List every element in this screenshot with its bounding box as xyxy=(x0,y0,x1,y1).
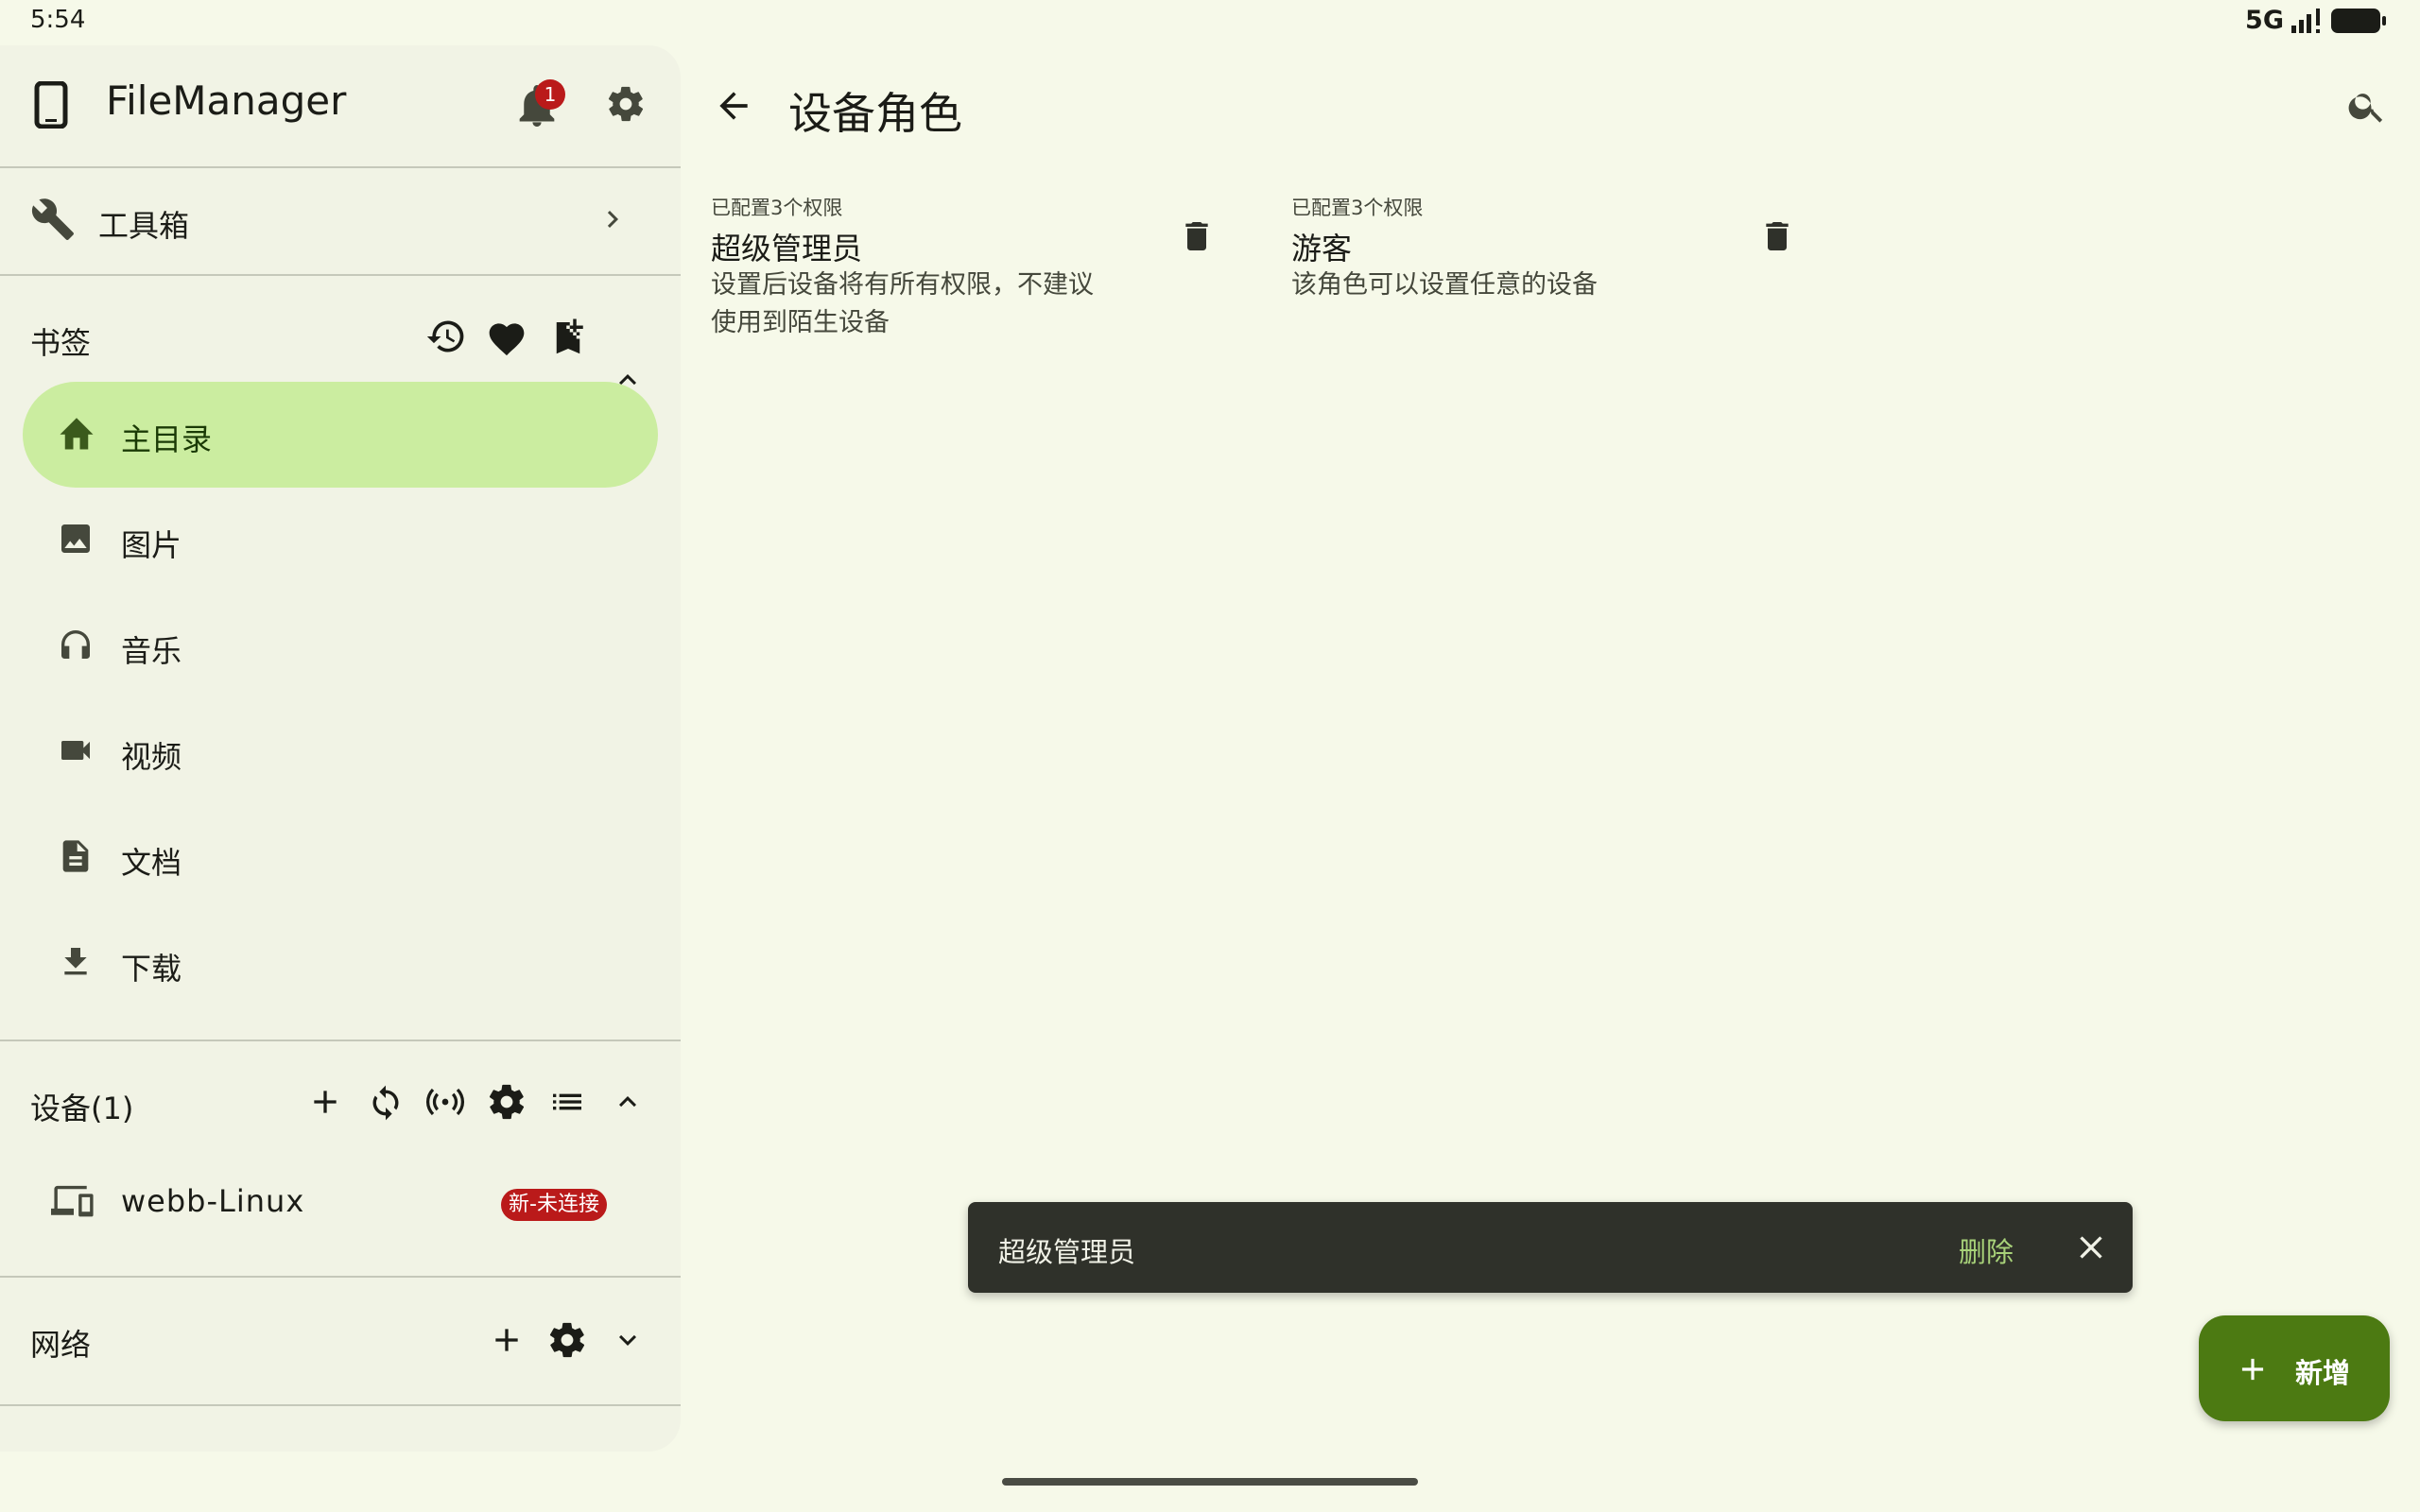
role-name: 超级管理员 xyxy=(711,231,863,266)
network-section-title: 网络 xyxy=(30,1327,92,1363)
navigation-drawer: FileManager 1 工具箱 书签 主目录 图片 音乐 视频 文档 下载 … xyxy=(0,45,681,1452)
snackbar-message: 超级管理员 xyxy=(998,1236,1136,1268)
chevron-down-icon[interactable] xyxy=(611,1323,645,1357)
role-description: 该角色可以设置任意的设备 xyxy=(1291,270,1598,300)
role-name: 游客 xyxy=(1291,231,1353,266)
heart-icon[interactable] xyxy=(486,318,527,357)
broadcast-icon[interactable] xyxy=(425,1083,465,1121)
network-settings-gear-icon[interactable] xyxy=(546,1319,588,1361)
bookmark-item-documents[interactable]: 文档 xyxy=(23,805,658,911)
bookmark-item-label: 图片 xyxy=(121,527,182,563)
drawer-header: FileManager 1 xyxy=(0,45,681,166)
role-permission-count: 已配置3个权限 xyxy=(711,197,843,219)
signal-icon xyxy=(2291,8,2320,33)
add-icon[interactable] xyxy=(488,1321,526,1359)
bookmark-item-label: 文档 xyxy=(121,845,182,881)
bookmark-item-label: 视频 xyxy=(121,739,182,775)
video-icon xyxy=(61,741,90,760)
chevron-up-icon[interactable] xyxy=(611,1085,645,1119)
settings-gear-icon[interactable] xyxy=(605,83,647,125)
bookmarks-section-title: 书签 xyxy=(30,325,92,361)
divider xyxy=(0,1276,681,1278)
network-type: 5G xyxy=(2245,6,2284,35)
document-icon xyxy=(62,840,89,872)
role-card[interactable]: 已配置3个权限 超级管理员 设置后设备将有所有权限，不建议使用到陌生设备 xyxy=(711,189,1240,350)
wrench-icon xyxy=(31,198,74,240)
divider xyxy=(0,1404,681,1406)
home-indicator[interactable] xyxy=(1002,1478,1418,1486)
image-icon xyxy=(61,524,90,553)
trash-icon[interactable] xyxy=(1178,215,1216,257)
snackbar: 超级管理员 删除 xyxy=(968,1202,2133,1293)
device-status-badge: 新-未连接 xyxy=(501,1189,607,1221)
bookmark-item-label: 下载 xyxy=(121,951,182,987)
page-title: 设备角色 xyxy=(788,88,962,139)
notification-badge: 1 xyxy=(535,79,565,110)
divider xyxy=(0,1040,681,1041)
role-description: 设置后设备将有所有权限，不建议使用到陌生设备 xyxy=(711,270,1094,337)
snackbar-delete-button[interactable]: 删除 xyxy=(1959,1230,2014,1270)
bookmark-item-downloads[interactable]: 下载 xyxy=(23,911,658,1017)
toolbox-label: 工具箱 xyxy=(98,208,190,244)
chevron-right-icon xyxy=(607,211,618,228)
list-icon[interactable] xyxy=(548,1083,586,1121)
bookmark-item-label: 主目录 xyxy=(121,421,213,457)
bookmark-add-icon[interactable] xyxy=(548,314,588,357)
back-arrow-icon[interactable] xyxy=(713,85,754,127)
trash-icon[interactable] xyxy=(1758,215,1796,257)
device-settings-gear-icon[interactable] xyxy=(486,1081,527,1123)
phone-icon xyxy=(34,81,68,129)
bookmark-item-videos[interactable]: 视频 xyxy=(23,699,658,805)
add-icon[interactable] xyxy=(306,1083,344,1121)
status-bar: 5:54 5G xyxy=(0,0,2420,43)
bookmark-item-home[interactable]: 主目录 xyxy=(23,382,658,488)
devices-section-title: 设备(1) xyxy=(30,1091,134,1126)
close-icon[interactable] xyxy=(2072,1228,2110,1266)
toolbox-row[interactable]: 工具箱 xyxy=(0,168,681,274)
bookmark-item-pictures[interactable]: 图片 xyxy=(23,488,658,593)
battery-icon xyxy=(2331,8,2386,33)
sync-icon[interactable] xyxy=(367,1083,405,1123)
status-time: 5:54 xyxy=(30,6,86,34)
devices-icon xyxy=(51,1185,94,1217)
device-item[interactable]: webb-Linux 新-未连接 xyxy=(23,1155,658,1249)
search-icon[interactable] xyxy=(2346,85,2388,127)
headphones-icon xyxy=(61,630,90,659)
device-name: webb-Linux xyxy=(121,1183,305,1219)
role-permission-count: 已配置3个权限 xyxy=(1291,197,1424,219)
bookmark-item-music[interactable]: 音乐 xyxy=(23,593,658,699)
app-title: FileManager xyxy=(106,77,347,124)
home-icon xyxy=(60,418,94,450)
add-icon xyxy=(2241,1358,2264,1381)
bookmark-item-label: 音乐 xyxy=(121,633,182,669)
divider xyxy=(0,274,681,276)
fab-label: 新增 xyxy=(2295,1357,2351,1389)
role-card[interactable]: 已配置3个权限 游客 该角色可以设置任意的设备 xyxy=(1291,189,1821,350)
add-fab-button[interactable]: 新增 xyxy=(2199,1315,2390,1421)
history-icon[interactable] xyxy=(425,316,467,357)
download-icon xyxy=(64,948,87,975)
